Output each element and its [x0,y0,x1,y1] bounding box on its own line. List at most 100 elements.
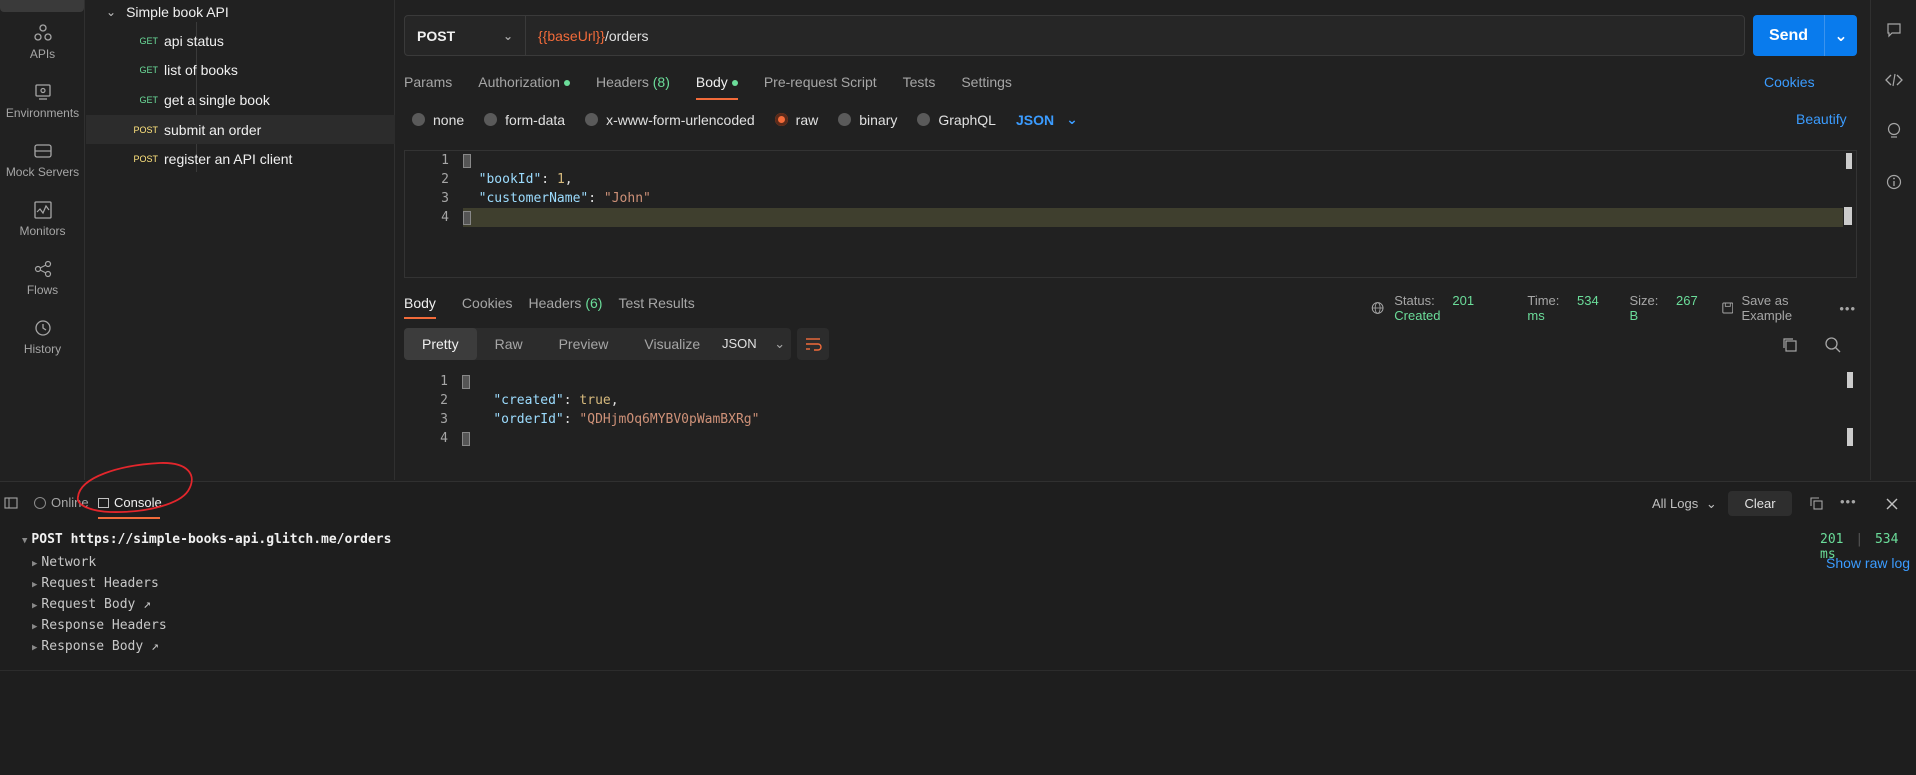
url-path: /orders [604,27,649,44]
request-tabs: Params Authorization Headers (8) Body Pr… [404,72,1038,102]
scrollbar-marker[interactable] [1846,153,1852,169]
log-section-request-body[interactable]: ▶ Request Body ↗ [32,597,151,612]
beautify-link[interactable]: Beautify [1796,111,1847,127]
request-item-submit-an-order[interactable]: POST submit an order [86,115,395,144]
scrollbar-marker[interactable] [1844,207,1852,225]
lightbulb-icon[interactable] [1886,122,1902,140]
radio-binary[interactable]: binary [838,112,897,128]
workspace-button[interactable] [0,0,84,12]
status-dot [563,80,570,87]
tab-headers[interactable]: Headers (8) [596,72,670,102]
log-section-response-headers[interactable]: ▶ Response Headers [32,618,167,633]
rail-item-apis[interactable]: APIs [0,24,85,61]
size-readout: Size: 267 B [1630,293,1708,323]
tab-response-headers[interactable]: Headers (6) [529,293,603,311]
request-item-get-a-single-book[interactable]: GET get a single book [86,85,395,114]
save-as-example-button[interactable]: Save as Example [1741,293,1825,323]
wrap-lines-button[interactable] [797,328,829,360]
rail-item-monitors[interactable]: Monitors [0,201,85,238]
rail-label: History [23,342,62,356]
tab-label: Settings [961,74,1012,90]
search-icon[interactable] [1824,336,1842,354]
radio-none[interactable]: none [412,112,464,128]
url-input[interactable]: {{baseUrl}} /orders [526,16,649,55]
rail-item-mock-servers[interactable]: Mock Servers [0,142,85,179]
radio-label: binary [859,111,898,128]
request-item-register-an-api-client[interactable]: POST register an API client [86,144,395,173]
left-icon-rail: APIs Environments Mock Servers Monitors … [0,0,85,480]
response-body-viewer[interactable]: 1 2 3 4 "created": true, "orderId": "QDH… [404,372,1857,472]
current-line-highlight [463,208,1843,227]
log-section-request-headers[interactable]: ▶ Request Headers [32,576,159,591]
format-pretty[interactable]: Pretty [404,328,477,360]
raw-format-select[interactable]: JSON ⌄ [1016,111,1078,128]
format-visualize[interactable]: Visualize [626,328,718,360]
show-raw-log-link[interactable]: Show raw log [1826,555,1910,571]
format-raw[interactable]: Raw [477,328,541,360]
radio-graphql[interactable]: GraphQL [917,112,996,128]
more-options-icon[interactable]: ••• [1840,494,1857,509]
radio-circle [917,113,931,126]
tab-settings[interactable]: Settings [961,72,1012,102]
line-number: 4 [441,210,449,225]
comments-icon[interactable] [1886,22,1902,38]
rail-item-history[interactable]: History [0,319,85,356]
json-value: true [579,393,611,408]
log-section-response-body[interactable]: ▶ Response Body ↗ [32,639,159,654]
json-key: "orderId" [493,412,564,427]
tab-prerequest-script[interactable]: Pre-request Script [764,72,877,102]
rail-label: Flows [26,283,59,297]
radio-circle [585,113,599,126]
tab-tests[interactable]: Tests [903,72,936,102]
chevron-down-icon: ⌄ [774,336,786,351]
body-type-options: none form-data x-www-form-urlencoded raw… [412,111,1098,128]
clear-console-button[interactable]: Clear [1728,491,1792,516]
tab-response-cookies[interactable]: Cookies [462,293,513,311]
tab-label: Headers [595,74,649,90]
radio-circle [412,113,425,126]
format-preview[interactable]: Preview [541,328,627,360]
response-format-select[interactable]: JSON ⌄ [710,328,791,360]
method-select[interactable]: POST ⌄ [405,16,526,55]
send-button[interactable]: Send ⌄ [1753,15,1857,56]
tab-params[interactable]: Params [404,72,452,102]
expand-triangle-icon: ▼ [22,536,28,546]
tab-body[interactable]: Body [695,72,738,102]
radio-label: raw [795,111,819,128]
json-key: "created" [493,393,564,408]
globe-icon[interactable] [1371,300,1384,316]
wrap-icon [806,338,822,351]
scrollbar-marker[interactable] [1847,372,1853,388]
log-entry-header[interactable]: ▼ POST https://simple-books-api.glitch.me… [22,532,391,547]
copy-icon[interactable] [1810,497,1823,510]
send-options-chevron-icon[interactable]: ⌄ [1825,26,1857,46]
tab-label: Authorization [478,74,560,90]
more-options-icon[interactable]: ••• [1839,301,1856,316]
tab-response-body[interactable]: Body [404,293,436,319]
request-item-list-of-books[interactable]: GET list of books [86,55,395,84]
cookies-link[interactable]: Cookies [1764,74,1815,90]
log-level-select[interactable]: All Logs ⌄ [1652,496,1717,512]
rail-label: APIs [29,47,56,61]
request-body-editor[interactable]: 1 2 3 4 "bookId": 1, "customerName": "Jo… [404,150,1857,278]
radio-raw[interactable]: raw [774,111,819,128]
info-icon[interactable] [1886,174,1902,190]
close-icon[interactable] [1885,497,1899,511]
request-item-api-status[interactable]: GET api status [86,26,395,55]
log-section-network[interactable]: ▶ Network [32,555,96,570]
scrollbar-marker[interactable] [1847,428,1853,446]
rail-item-environments[interactable]: Environments [0,83,85,120]
headers-count: (8) [652,74,670,90]
radio-urlencoded[interactable]: x-www-form-urlencoded [585,112,755,128]
copy-icon[interactable] [1782,337,1798,353]
radio-form-data[interactable]: form-data [484,112,565,128]
request-name: api status [164,32,224,49]
tab-authorization[interactable]: Authorization [478,72,570,102]
code-icon[interactable] [1885,72,1903,88]
radio-circle [838,113,852,126]
rail-item-flows[interactable]: Flows [0,260,85,297]
collection-folder[interactable]: ⌄ Simple book API [86,0,395,26]
tab-test-results[interactable]: Test Results [618,293,694,311]
method-badge: GET [139,35,158,46]
sidebar-toggle-icon[interactable] [4,497,18,509]
